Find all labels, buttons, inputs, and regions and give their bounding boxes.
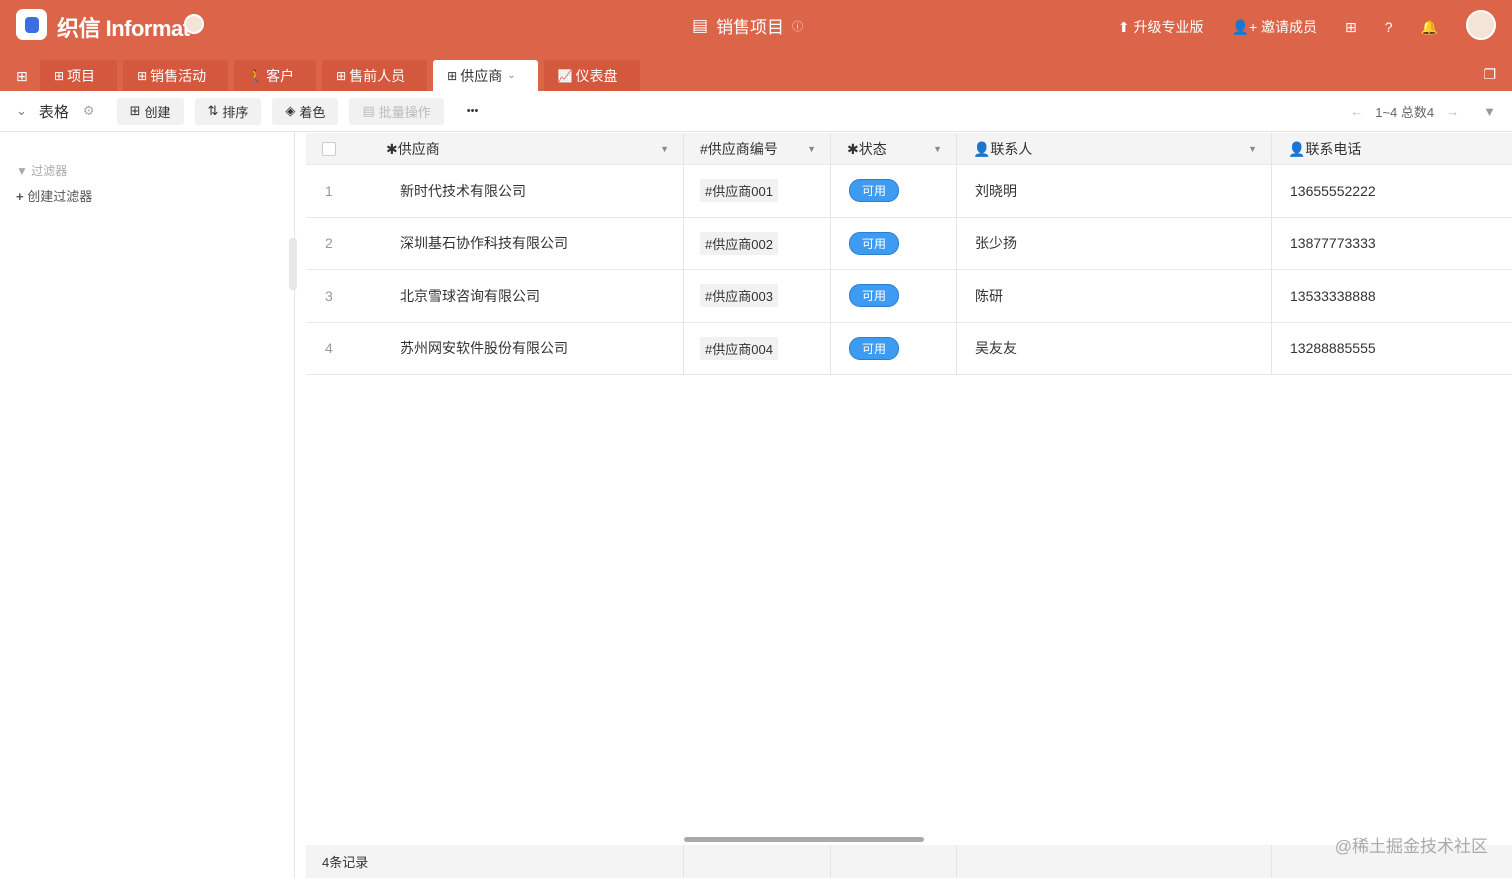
grid-icon: ⊞: [447, 68, 458, 83]
windows-icon[interactable]: ❐: [1483, 66, 1496, 83]
filter-panel: ▼ 过滤器 + 创建过滤器: [0, 132, 297, 878]
table-row[interactable]: 4 苏州网安软件股份有限公司 #供应商004 可用 吴友友 13288885555: [306, 322, 1512, 375]
filter-title: 过滤器: [31, 164, 68, 178]
grid-icon: ⊞: [137, 68, 148, 83]
watermark: @稀土掘金技术社区: [1334, 837, 1488, 856]
column-header-status[interactable]: ✱状态: [847, 139, 887, 159]
tab-1[interactable]: ⊞ 销售活动: [123, 60, 229, 91]
data-table: ✱供应商 ▼ #供应商编号 ▼ ✱状态 ▼ 👤联系人 ▼ 👤联系电话 1 新时代技术有限公…: [306, 133, 1512, 375]
tab-3[interactable]: ⊞ 售前人员: [322, 60, 428, 91]
contact-name[interactable]: 张少扬: [975, 233, 1017, 253]
column-header-code[interactable]: #供应商编号: [700, 139, 778, 159]
chart-icon: 📈: [557, 68, 573, 83]
toolbar: ⌄ 表格 ⚙ ⊞ 创建 ⇅ 排序 ◈ 着色 ▤ 批量操作 ••• ← 1~4 总数4 →…: [0, 91, 1512, 132]
column-header-supplier[interactable]: ✱供应商: [386, 139, 440, 159]
settings-icon[interactable]: ⚙: [83, 103, 95, 119]
create-button[interactable]: ⊞ 创建: [116, 97, 184, 125]
bell-icon[interactable]: 🔔: [1421, 19, 1438, 36]
column-header-contact[interactable]: 👤联系人: [973, 139, 1032, 159]
sort-button[interactable]: ⇅ 排序: [194, 97, 262, 125]
contact-name[interactable]: 陈研: [975, 286, 1003, 306]
filter-icon[interactable]: ▼: [1483, 104, 1496, 119]
row-number: 3: [325, 287, 333, 304]
status-badge: 可用: [849, 179, 900, 203]
document-icon: ▤: [692, 15, 709, 35]
panel-resize-handle[interactable]: [289, 238, 297, 290]
walk-icon: 🚶: [248, 68, 264, 83]
supplier-code[interactable]: #供应商003: [700, 284, 778, 308]
row-number: 2: [325, 235, 333, 252]
table-header: ✱供应商 ▼ #供应商编号 ▼ ✱状态 ▼ 👤联系人 ▼ 👤联系电话: [306, 133, 1512, 165]
pager-text: 1~4 总数4: [1375, 104, 1435, 120]
chevron-down-icon[interactable]: ⌄: [507, 70, 515, 81]
plus-square-icon: ⊞: [129, 103, 141, 118]
create-filter-button[interactable]: + 创建过滤器: [16, 186, 92, 205]
brand-name: 织信 Informat: [57, 16, 190, 41]
page-title: ▤ 销售项目 ⓘ: [692, 15, 804, 38]
supplier-code[interactable]: #供应商004: [700, 336, 778, 360]
user-avatar[interactable]: [1466, 10, 1496, 40]
supplier-name[interactable]: 苏州网安软件股份有限公司: [400, 338, 568, 358]
sort-icon: ⇅: [207, 103, 219, 118]
table-footer: 4条记录: [306, 845, 1512, 878]
help-icon[interactable]: ?: [1385, 19, 1393, 35]
tab-2[interactable]: 🚶 客户: [234, 60, 317, 91]
row-number: 1: [325, 182, 333, 199]
column-menu-icon[interactable]: ▼: [933, 144, 942, 154]
color-button[interactable]: ◈ 着色: [272, 97, 339, 125]
table-row[interactable]: 3 北京雪球咨询有限公司 #供应商003 可用 陈研 13533338888: [306, 270, 1512, 323]
supplier-name[interactable]: 新时代技术有限公司: [400, 181, 526, 201]
tab-4[interactable]: ⊞ 供应商 ⌄: [433, 60, 538, 91]
avatar-small[interactable]: [184, 14, 204, 34]
batch-button[interactable]: ▤ 批量操作: [349, 97, 444, 125]
supplier-code[interactable]: #供应商002: [700, 231, 778, 255]
grid-icon: ⊞: [54, 68, 65, 83]
status-badge: 可用: [849, 336, 900, 360]
view-name[interactable]: 表格: [39, 101, 69, 122]
contact-name[interactable]: 刘晓明: [975, 181, 1017, 201]
select-all-checkbox[interactable]: [322, 141, 336, 156]
table-row[interactable]: 1 新时代技术有限公司 #供应商001 可用 刘晓明 13655552222: [306, 165, 1512, 218]
logo-icon: [24, 16, 39, 33]
grid-icon: ⊞: [336, 68, 347, 83]
record-count: 4条记录: [306, 845, 684, 878]
tab-0[interactable]: ⊞ 项目: [40, 60, 118, 91]
invite-button[interactable]: 👤+ 邀请成员: [1232, 17, 1318, 37]
status-badge: 可用: [849, 284, 900, 308]
table-row[interactable]: 2 深圳基石协作科技有限公司 #供应商002 可用 张少扬 13877773333: [306, 217, 1512, 270]
plus-icon: +: [16, 189, 24, 204]
horizontal-scrollbar[interactable]: [684, 837, 924, 842]
more-button[interactable]: •••: [467, 105, 479, 117]
list-icon: ▤: [362, 103, 375, 118]
phone-number[interactable]: 13655552222: [1290, 183, 1376, 199]
app-logo[interactable]: [16, 9, 47, 40]
column-header-phone[interactable]: 👤联系电话: [1288, 139, 1361, 159]
contact-name[interactable]: 吴友友: [975, 338, 1017, 358]
supplier-code[interactable]: #供应商001: [700, 179, 778, 203]
status-badge: 可用: [849, 231, 900, 255]
tab-5[interactable]: 📈 仪表盘: [543, 60, 640, 91]
filter-icon: ▼: [16, 164, 28, 178]
add-icon[interactable]: ⊞: [1345, 19, 1357, 36]
paint-bucket-icon: ◈: [285, 103, 296, 118]
column-menu-icon[interactable]: ▼: [660, 144, 669, 154]
column-menu-icon[interactable]: ▼: [807, 144, 816, 154]
supplier-name[interactable]: 北京雪球咨询有限公司: [400, 286, 540, 306]
phone-number[interactable]: 13877773333: [1290, 235, 1376, 251]
phone-number[interactable]: 13288885555: [1290, 340, 1376, 356]
upgrade-button[interactable]: ⬆ 升级专业版: [1118, 17, 1204, 37]
prev-page-icon[interactable]: ←: [1350, 104, 1363, 119]
add-tab-icon[interactable]: ⊞: [16, 68, 28, 85]
supplier-name[interactable]: 深圳基石协作科技有限公司: [400, 233, 568, 253]
column-menu-icon[interactable]: ▼: [1248, 144, 1257, 154]
info-icon[interactable]: ⓘ: [792, 18, 803, 34]
next-page-icon[interactable]: →: [1446, 104, 1459, 119]
collapse-chevron-icon[interactable]: ⌄: [16, 103, 27, 119]
row-number: 4: [325, 340, 333, 357]
phone-number[interactable]: 13533338888: [1290, 288, 1376, 304]
